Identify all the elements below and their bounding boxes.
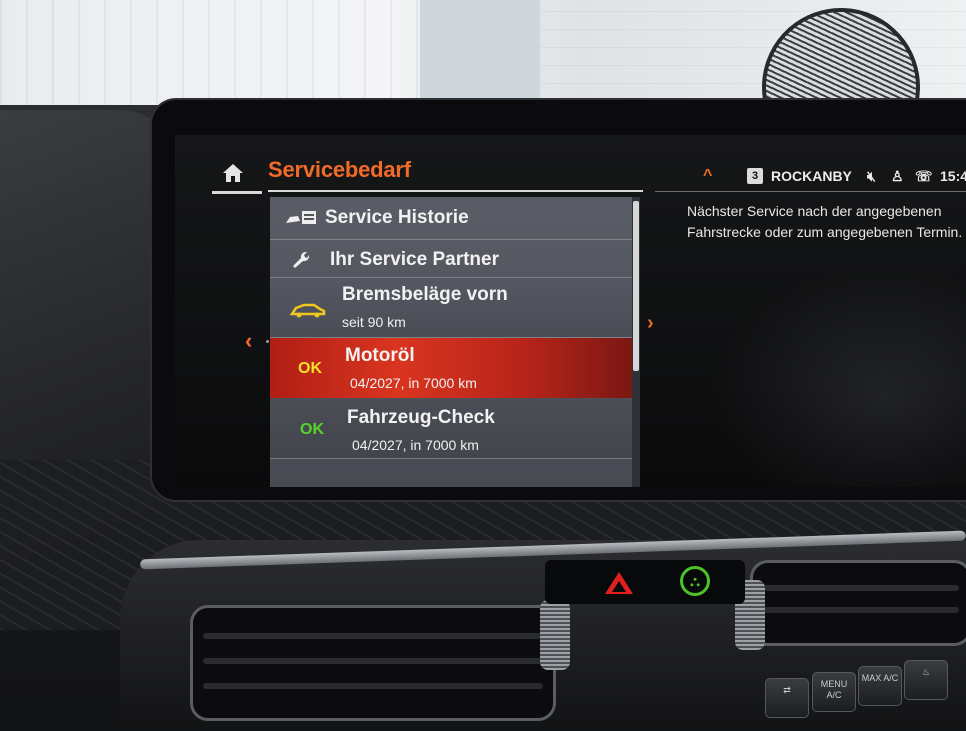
infotainment-screen: Servicebedarf ‹ Service Historie Ihr Ser…: [175, 135, 966, 487]
nav-prev-arrow[interactable]: ‹: [245, 328, 252, 354]
mute-icon: 🔇︎: [867, 168, 876, 184]
air-vent-right[interactable]: [750, 560, 966, 646]
preset-badge: 3: [747, 168, 763, 184]
vent-slat: [763, 585, 959, 591]
vent-slat: [763, 607, 959, 613]
page-title: Servicebedarf: [268, 157, 411, 182]
status-ok-badge: OK: [300, 421, 324, 438]
wall-panels: [0, 0, 420, 110]
list-item-service-history[interactable]: Service Historie: [270, 197, 632, 240]
list-item-label: Service Historie: [325, 207, 469, 228]
home-underline: [212, 191, 262, 194]
list-item-engine-oil[interactable]: OK Motoröl 04/2027, in 7000 km: [270, 338, 632, 398]
list-item-detail: seit 90 km: [342, 314, 406, 330]
chevron-up-icon[interactable]: ^: [703, 167, 712, 185]
car-interior-photo: ⛬ ⇄ MENU A/C MAX A/C ♨ Servicebedarf ‹ S…: [0, 0, 966, 731]
car-history-icon: [284, 209, 318, 227]
max-ac-button[interactable]: MAX A/C: [858, 666, 902, 706]
recirculation-button[interactable]: ⇄: [765, 678, 809, 718]
lock-icon[interactable]: ⛬: [680, 566, 710, 596]
list-item-label: Motoröl: [345, 345, 415, 366]
profile-icon: ♙: [891, 168, 904, 184]
nav-dot: [266, 340, 269, 343]
status-divider: [655, 191, 966, 192]
phone-icon: ☏: [915, 168, 933, 184]
nav-next-arrow[interactable]: ›: [647, 312, 654, 335]
climate-button-row: ⇄ MENU A/C MAX A/C ♨: [540, 660, 966, 731]
title-divider: [268, 190, 643, 192]
list-item-label: Fahrzeug-Check: [347, 407, 495, 428]
hazard-icon-inner: [612, 581, 626, 592]
status-ok-badge: OK: [298, 360, 322, 377]
media-source: ROCKANBY: [771, 168, 852, 184]
vent-slat: [203, 633, 543, 639]
list-item-detail: 04/2027, in 7000 km: [350, 375, 477, 391]
menu-ac-button[interactable]: MENU A/C: [812, 672, 856, 712]
list-item-vehicle-check[interactable]: OK Fahrzeug-Check 04/2027, in 7000 km: [270, 399, 632, 459]
seat-heat-button[interactable]: ♨: [904, 660, 948, 700]
list-item-label: Bremsbeläge vorn: [342, 284, 508, 305]
clock: 15:47: [940, 168, 966, 184]
vent-slat: [203, 683, 543, 689]
vent-slat: [203, 658, 543, 664]
scrollbar-thumb[interactable]: [633, 201, 639, 371]
info-text: Nächster Service nach der angegebenen Fa…: [687, 203, 963, 240]
list-item-brake-pads[interactable]: Bremsbeläge vorn seit 90 km: [270, 278, 632, 338]
list-item-label: Ihr Service Partner: [330, 249, 499, 270]
screen-glare: [695, 255, 966, 487]
wrench-icon: [290, 249, 310, 269]
service-list: Service Historie Ihr Service Partner Bre…: [270, 197, 640, 487]
car-yellow-icon: [290, 302, 326, 318]
hazard-panel: [545, 560, 745, 604]
air-vent-left[interactable]: [190, 605, 556, 721]
list-item-detail: 04/2027, in 7000 km: [352, 437, 479, 453]
wall-window: [420, 0, 540, 110]
list-item-service-partner[interactable]: Ihr Service Partner: [270, 240, 632, 278]
status-bar: ^ 3 ROCKANBY 🔇︎ ♙ ☏ 15:47: [695, 165, 966, 191]
home-icon[interactable]: [222, 163, 244, 183]
list-scrollbar[interactable]: [632, 197, 640, 487]
